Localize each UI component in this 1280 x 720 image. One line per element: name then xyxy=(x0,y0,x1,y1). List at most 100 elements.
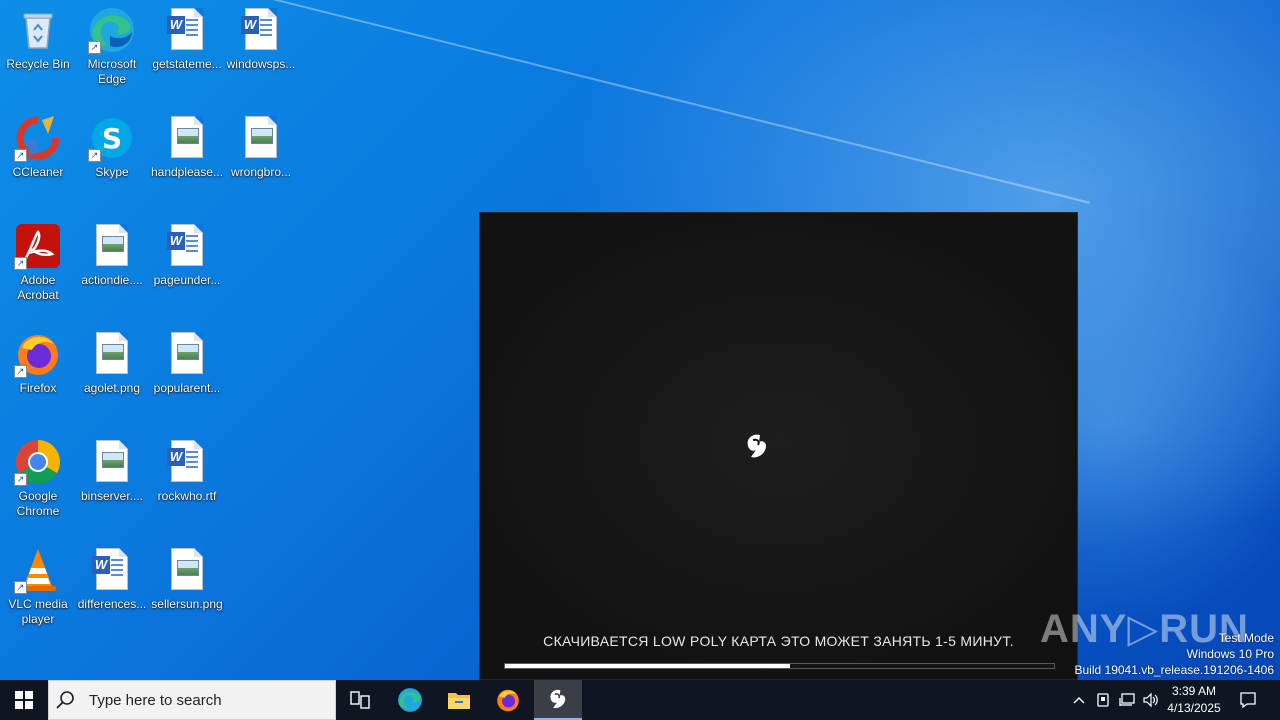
desktop-icon-label: Firefox xyxy=(19,381,57,395)
network-icon xyxy=(1119,693,1135,706)
shortcut-arrow-icon: ↗ xyxy=(14,581,27,594)
desktop-icon-label: differences... xyxy=(77,597,147,611)
shortcut-arrow-icon: ↗ xyxy=(14,257,27,270)
desktop-icon-google-chrome[interactable]: ↗ Google Chrome xyxy=(0,432,76,532)
desktop-icon-label: sellersun.png xyxy=(151,597,223,611)
tray-device-button[interactable] xyxy=(1092,680,1114,720)
skype-icon: S ↗ xyxy=(88,114,136,162)
desktop-icon-label: agolet.png xyxy=(83,381,141,395)
image-file-icon xyxy=(88,222,136,270)
desktop-icon-label: rockwho.rtf xyxy=(157,489,217,503)
desktop-icon-label: VLC media player xyxy=(8,597,68,626)
shortcut-arrow-icon: ↗ xyxy=(88,41,101,54)
word-doc-icon: W xyxy=(88,546,136,594)
desktop-icon-label: Recycle Bin xyxy=(6,57,70,71)
desktop-icon-firefox[interactable]: ↗ Firefox xyxy=(0,324,76,424)
taskbar-edge-button[interactable] xyxy=(386,680,434,720)
clock-time: 3:39 AM xyxy=(1171,684,1217,698)
volume-icon xyxy=(1143,692,1158,708)
firefox-icon: ↗ xyxy=(14,330,62,378)
windows-logo-icon xyxy=(15,691,33,709)
word-doc-icon: W xyxy=(163,222,211,270)
loader-window[interactable]: СКАЧИВАЕТСЯ LOW POLY КАРТА ЭТО МОЖЕТ ЗАН… xyxy=(479,212,1078,680)
image-file-icon xyxy=(237,114,285,162)
desktop-icon-ccleaner[interactable]: ↗ CCleaner xyxy=(0,108,76,208)
taskbar-clock[interactable]: 3:39 AM 4/13/2025 xyxy=(1164,680,1224,720)
edge-icon xyxy=(398,688,422,712)
watermark-os: Windows 10 Pro xyxy=(1186,647,1274,661)
acrobat-icon: ↗ xyxy=(14,222,62,270)
desktop-icon-label: getstateme... xyxy=(152,57,222,71)
desktop-icon-wrongbro[interactable]: wrongbro... xyxy=(223,108,299,208)
edge-icon: ↗ xyxy=(88,6,136,54)
watermark-mode: Test Mode xyxy=(1218,631,1274,645)
desktop-icon-label: actiondie.... xyxy=(81,273,143,287)
taskbar-firefox-button[interactable] xyxy=(484,680,532,720)
desktop-icon-adobe-acrobat[interactable]: ↗ Adobe Acrobat xyxy=(0,216,76,316)
shortcut-arrow-icon: ↗ xyxy=(88,149,101,162)
desktop-icon-popularent[interactable]: popularent... xyxy=(149,324,225,424)
notification-icon xyxy=(1240,692,1256,709)
device-icon xyxy=(1097,693,1109,707)
shortcut-arrow-icon: ↗ xyxy=(14,149,27,162)
file-explorer-icon xyxy=(448,693,470,709)
desktop-icon-label: Adobe Acrobat xyxy=(17,273,59,302)
desktop-icon-handplease[interactable]: handplease... xyxy=(149,108,225,208)
word-doc-icon: W xyxy=(163,6,211,54)
desktop-icon-skype[interactable]: S ↗ Skype xyxy=(74,108,150,208)
watermark-build: Build 19041.vb_release.191206-1406 xyxy=(1074,663,1275,677)
desktop-icon-differences[interactable]: W differences... xyxy=(74,540,150,640)
task-view-button[interactable] xyxy=(336,680,384,720)
action-center-button[interactable] xyxy=(1228,680,1268,720)
desktop-icon-windowsps[interactable]: W windowsps... xyxy=(223,0,299,100)
launcher-logo-icon xyxy=(742,431,772,461)
show-hidden-icons-button[interactable] xyxy=(1068,680,1090,720)
desktop-icon-agolet[interactable]: agolet.png xyxy=(74,324,150,424)
desktop-icon-vlc[interactable]: ↗ VLC media player xyxy=(0,540,76,640)
desktop-icon-label: Microsoft Edge xyxy=(87,57,137,86)
tray-network-button[interactable] xyxy=(1116,680,1138,720)
clock-date: 4/13/2025 xyxy=(1167,701,1221,715)
desktop-icon-label: wrongbro... xyxy=(230,165,292,179)
taskbar-search-box[interactable]: Type here to search xyxy=(48,680,336,720)
desktop-icon-microsoft-edge[interactable]: ↗ Microsoft Edge xyxy=(74,0,150,100)
vlc-icon: ↗ xyxy=(14,546,62,594)
word-doc-icon: W xyxy=(237,6,285,54)
desktop-icon-label: binserver.... xyxy=(80,489,144,503)
image-file-icon xyxy=(88,438,136,486)
shortcut-arrow-icon: ↗ xyxy=(14,365,27,378)
desktop-icon-label: windowsps... xyxy=(226,57,296,71)
loader-status-text: СКАЧИВАЕТСЯ LOW POLY КАРТА ЭТО МОЖЕТ ЗАН… xyxy=(543,633,1014,649)
image-file-icon xyxy=(88,330,136,378)
chrome-icon: ↗ xyxy=(14,438,62,486)
shortcut-arrow-icon: ↗ xyxy=(14,473,27,486)
desktop-icon-pageunder[interactable]: W pageunder... xyxy=(149,216,225,316)
desktop: Recycle Bin ↗ CCleaner ↗ Adobe Acrobat ↗… xyxy=(0,0,1280,680)
task-view-icon xyxy=(350,691,370,709)
start-button[interactable] xyxy=(0,680,48,720)
launcher-app-icon xyxy=(550,689,566,709)
desktop-icon-rockwho[interactable]: W rockwho.rtf xyxy=(149,432,225,532)
desktop-icon-sellersun[interactable]: sellersun.png xyxy=(149,540,225,640)
image-file-icon xyxy=(163,114,211,162)
taskbar-launcher-button[interactable] xyxy=(534,680,582,720)
desktop-icon-getstateme[interactable]: W getstateme... xyxy=(149,0,225,100)
windows-watermark: Test Mode Windows 10 Pro Build 19041.vb_… xyxy=(1075,630,1275,678)
chevron-up-icon xyxy=(1073,697,1085,704)
tray-volume-button[interactable] xyxy=(1140,680,1162,720)
firefox-icon xyxy=(497,689,519,712)
taskbar-file-explorer-button[interactable] xyxy=(435,680,483,720)
search-placeholder: Type here to search xyxy=(89,691,222,709)
word-doc-icon: W xyxy=(163,438,211,486)
image-file-icon xyxy=(163,330,211,378)
taskbar: Type here to search 3:39 AM 4/13/2025 xyxy=(0,680,1280,720)
download-progress-bar xyxy=(504,663,1055,669)
desktop-icon-binserver[interactable]: binserver.... xyxy=(74,432,150,532)
desktop-icon-recycle-bin[interactable]: Recycle Bin xyxy=(0,0,76,100)
desktop-icon-label: CCleaner xyxy=(12,165,64,179)
desktop-icon-label: Google Chrome xyxy=(16,489,60,518)
desktop-icon-label: Skype xyxy=(95,165,129,179)
image-file-icon xyxy=(163,546,211,594)
desktop-icon-label: pageunder... xyxy=(153,273,221,287)
desktop-icon-actiondie[interactable]: actiondie.... xyxy=(74,216,150,316)
